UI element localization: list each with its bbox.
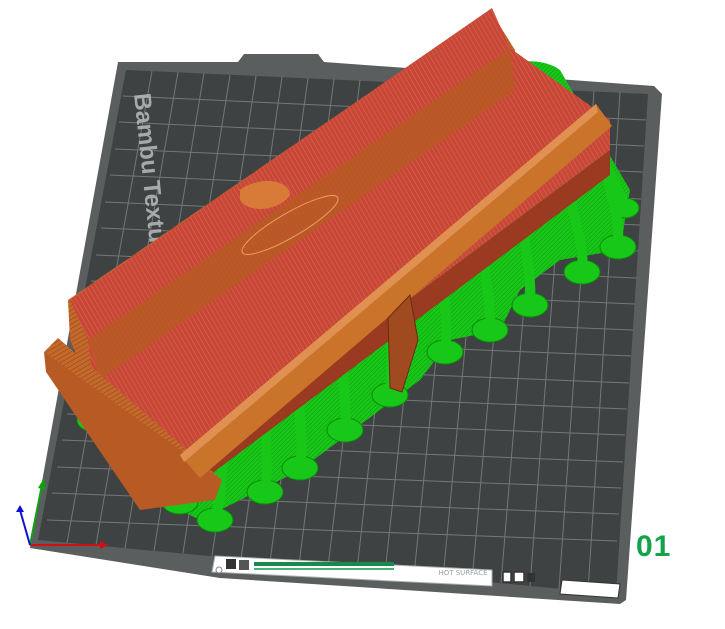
plate-number-label[interactable]: 01 bbox=[636, 530, 671, 564]
plate-name-label: HOT SURFACE bbox=[438, 569, 488, 577]
plate-handle-icon[interactable] bbox=[215, 566, 223, 574]
plate-orient-icon[interactable] bbox=[513, 571, 525, 583]
plate-select-icon[interactable] bbox=[239, 560, 249, 570]
plate-lock-icon[interactable] bbox=[527, 573, 535, 582]
plate-slice-icon[interactable] bbox=[226, 559, 236, 569]
3d-viewport[interactable]: Bambu Textured HOT SURFACE 01 bbox=[0, 0, 725, 624]
plate-arrange-icon[interactable] bbox=[502, 571, 512, 583]
